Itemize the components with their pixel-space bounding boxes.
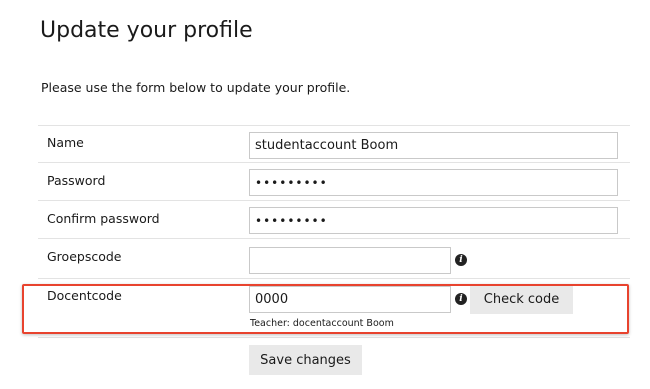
groepscode-input[interactable] <box>249 247 451 274</box>
docentcode-helper-text: Teacher: docentaccount Boom <box>250 318 394 329</box>
password-input[interactable] <box>249 169 618 196</box>
docentcode-info-icon[interactable]: i <box>455 293 467 305</box>
form-row-docentcode: Docentcode i Check code <box>38 278 630 338</box>
form-row-groepscode: Groepscode i <box>38 238 630 279</box>
docentcode-input[interactable] <box>249 286 451 313</box>
groepscode-info-icon[interactable]: i <box>455 254 467 266</box>
confirm-password-input[interactable] <box>249 207 618 234</box>
docentcode-label: Docentcode <box>47 288 122 303</box>
page-title: Update your profile <box>40 18 253 43</box>
form-row-password: Password <box>38 162 630 201</box>
page-intro: Please use the form below to update your… <box>41 80 351 95</box>
form-row-name: Name <box>38 125 630 163</box>
save-changes-button[interactable]: Save changes <box>249 345 362 375</box>
name-label: Name <box>47 135 84 150</box>
form-row-confirm-password: Confirm password <box>38 200 630 239</box>
confirm-password-label: Confirm password <box>47 211 160 226</box>
name-input[interactable] <box>249 132 618 159</box>
password-label: Password <box>47 173 106 188</box>
groepscode-label: Groepscode <box>47 249 122 264</box>
check-code-button[interactable]: Check code <box>470 284 573 314</box>
